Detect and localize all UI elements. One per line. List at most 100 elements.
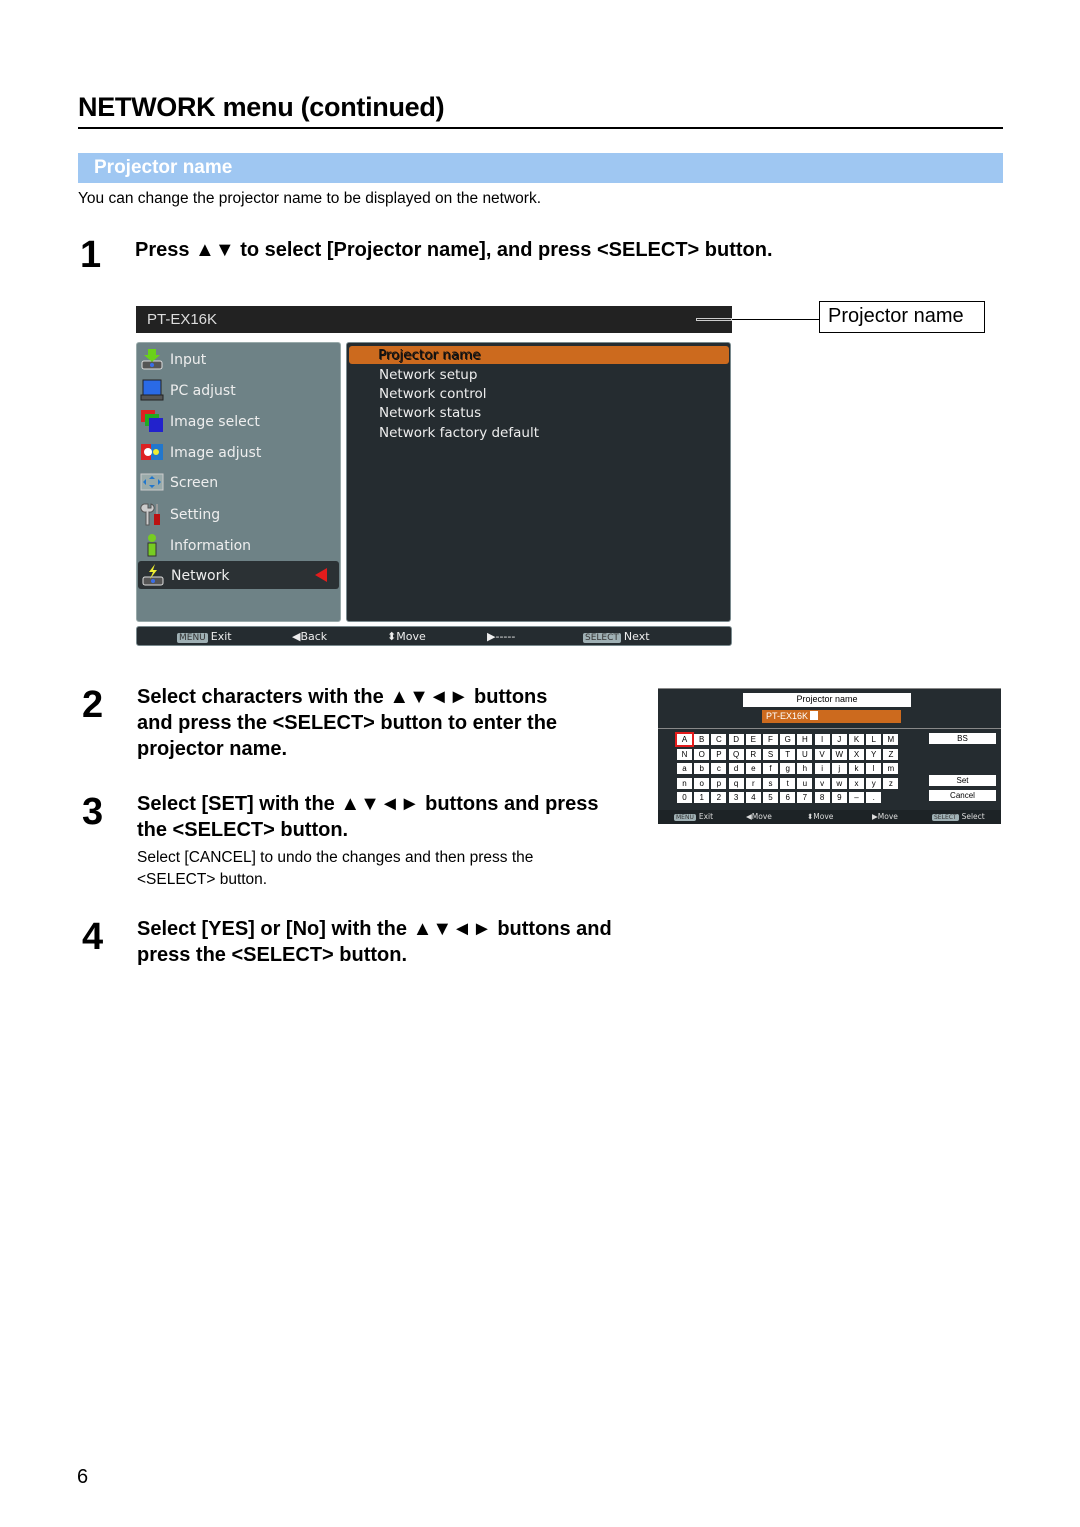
text-cursor [810, 711, 819, 720]
keyboard-key[interactable]: u [797, 777, 813, 789]
keyboard-key[interactable]: 1 [694, 792, 710, 803]
menu-item-network[interactable]: Network [138, 561, 339, 589]
keyboard-key[interactable]: V [814, 748, 830, 760]
step-text: Select [SET] with the ▲▼◄► buttons and p… [137, 793, 599, 841]
keyboard-key[interactable]: r [745, 777, 761, 789]
footer-select: SELECT Select [932, 812, 985, 821]
keyboard-key[interactable]: E [745, 734, 761, 745]
keyboard-key[interactable]: p [711, 777, 727, 789]
footer-back: ◀Back [292, 630, 328, 643]
keyboard-key[interactable]: B [694, 734, 710, 745]
image-select-icon [141, 410, 163, 432]
keyboard-key[interactable]: s [763, 777, 778, 789]
keyboard-key[interactable]: K [849, 734, 864, 745]
network-icon [142, 564, 164, 586]
keyboard-key[interactable]: g [780, 763, 796, 774]
keyboard-key[interactable]: M [883, 734, 899, 745]
menu-item-image-adjust[interactable]: Image adjust [137, 438, 340, 466]
submenu-item-projector-name[interactable]: Projector name [379, 348, 482, 364]
submenu-item-network-setup[interactable]: Network setup [379, 367, 477, 383]
keyboard-key[interactable]: R [745, 748, 761, 760]
keyboard-key[interactable]: C [711, 734, 727, 745]
keyboard-key[interactable]: 6 [780, 792, 796, 803]
menu-item-input[interactable]: Input [137, 345, 340, 373]
keyboard-key[interactable]: y [866, 777, 882, 789]
keyboard-key[interactable]: N [677, 748, 692, 760]
keyboard-key[interactable]: 2 [711, 792, 727, 803]
screen-icon [140, 473, 164, 491]
menu-item-screen[interactable]: Screen [137, 468, 340, 496]
keyboard-key[interactable]: T [780, 748, 796, 760]
keyboard-key[interactable]: 5 [763, 792, 778, 803]
keyboard-key[interactable]: 4 [745, 792, 761, 803]
step-number: 4 [82, 916, 104, 958]
keyboard-key[interactable]: i [814, 763, 830, 774]
keyboard-key[interactable]: b [694, 763, 710, 774]
keyboard-key[interactable]: e [745, 763, 761, 774]
keyboard-key[interactable]: k [849, 763, 864, 774]
keyboard-key[interactable]: f [763, 763, 778, 774]
cancel-button[interactable]: Cancel [929, 790, 996, 801]
keyboard-key[interactable]: F [763, 734, 778, 745]
submenu-item-network-control[interactable]: Network control [379, 386, 486, 402]
keyboard-key[interactable]: W [831, 748, 847, 760]
keyboard-key[interactable]: m [883, 763, 899, 774]
keyboard-key[interactable]: O [694, 748, 710, 760]
keyboard-key[interactable]: 7 [797, 792, 813, 803]
keyboard-key[interactable]: G [780, 734, 796, 745]
keyboard-key[interactable]: q [728, 777, 744, 789]
keyboard-key[interactable]: d [728, 763, 744, 774]
step-text: Press ▲▼ to select [Projector name], and… [135, 239, 773, 261]
callout-label: Projector name [819, 301, 985, 333]
keyboard-key[interactable]: 8 [814, 792, 830, 803]
keyboard-key[interactable]: I [814, 734, 830, 745]
menu-item-image-select[interactable]: Image select [137, 407, 340, 435]
keyboard-key[interactable]: 3 [728, 792, 744, 803]
keyboard-key[interactable]: H [797, 734, 813, 745]
keyboard-key[interactable]: n [677, 777, 692, 789]
keyboard-key[interactable]: Y [866, 748, 882, 760]
keyboard-key[interactable]: a [677, 763, 692, 774]
menu-item-information[interactable]: Information [137, 531, 340, 559]
keyboard-key[interactable]: U [797, 748, 813, 760]
keyboard-key[interactable]: 9 [831, 792, 847, 803]
keyboard-key[interactable]: l [866, 763, 882, 774]
keyboard-key[interactable]: Q [728, 748, 744, 760]
set-button[interactable]: Set [929, 775, 996, 786]
setting-icon [140, 503, 160, 526]
keyboard-key[interactable]: . [866, 792, 882, 803]
keyboard-key[interactable]: 0 [677, 792, 692, 803]
submenu-item-network-status[interactable]: Network status [379, 405, 481, 421]
submenu-item-network-factory-default[interactable]: Network factory default [379, 425, 539, 441]
backspace-button[interactable]: BS [929, 733, 996, 744]
keyboard-key[interactable]: – [849, 792, 864, 803]
keyboard-key[interactable]: D [728, 734, 744, 745]
keyboard-key[interactable]: P [711, 748, 727, 760]
intro-text: You can change the projector name to be … [78, 190, 542, 207]
keyboard-key[interactable]: o [694, 777, 710, 789]
image-adjust-icon [141, 444, 163, 460]
keyboard-key[interactable]: J [831, 734, 847, 745]
keyboard-key[interactable]: v [814, 777, 830, 789]
keyboard-key[interactable]: x [849, 777, 864, 789]
projector-name-input[interactable]: PT-EX16K [762, 710, 901, 723]
keyboard-key[interactable]: t [780, 777, 796, 789]
osd-footer-guide: MENU Exit ◀Back ⬍Move ▶----- SELECT Next [136, 626, 732, 646]
menu-item-setting[interactable]: Setting [137, 500, 340, 528]
keyboard-key[interactable]: z [883, 777, 899, 789]
step-number: 3 [82, 791, 104, 833]
keyboard-key[interactable]: S [763, 748, 778, 760]
menu-item-pc-adjust[interactable]: PC adjust [137, 376, 340, 404]
footer-exit: MENU Exit [674, 812, 714, 821]
selection-arrow-icon [315, 568, 327, 582]
keyboard-key[interactable]: X [849, 748, 864, 760]
osd-title-bar: PT-EX16K [136, 306, 732, 333]
keyboard-key[interactable]: j [831, 763, 847, 774]
keyboard-key[interactable]: h [797, 763, 813, 774]
keyboard-key[interactable]: c [711, 763, 727, 774]
keyboard-key[interactable]: Z [883, 748, 899, 760]
keyboard-key[interactable]: L [866, 734, 882, 745]
step-text: Select characters with the ▲▼◄► buttons … [137, 686, 558, 760]
keyboard-key[interactable]: A [675, 732, 694, 747]
keyboard-key[interactable]: w [831, 777, 847, 789]
